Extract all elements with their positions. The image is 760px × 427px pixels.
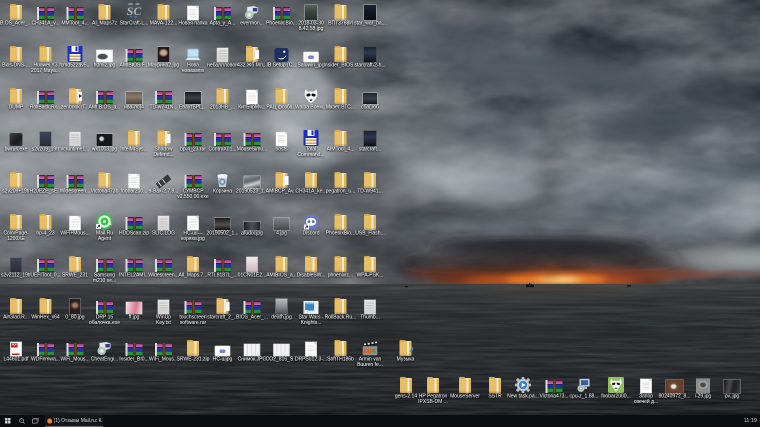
svg-text:SC: SC xyxy=(127,4,143,18)
svg-text:4: 4 xyxy=(372,348,376,355)
